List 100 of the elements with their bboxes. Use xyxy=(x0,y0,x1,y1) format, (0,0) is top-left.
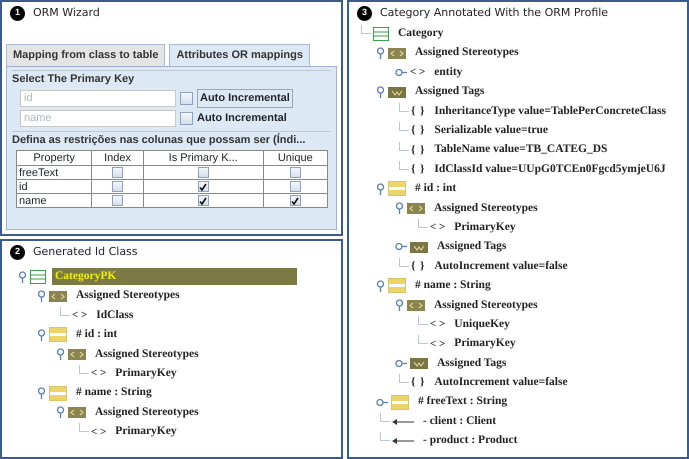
expand-handle-icon[interactable] xyxy=(376,398,388,407)
tree-item[interactable]: Assigned Tags xyxy=(434,238,510,256)
tree-item[interactable]: TableName value=TB_CATEG_DS xyxy=(431,141,610,159)
folder-icon xyxy=(410,240,428,253)
tree-item[interactable]: # id : int xyxy=(73,326,120,344)
expand-handle-icon[interactable] xyxy=(376,280,385,292)
tree-item[interactable]: PrimaryKey xyxy=(112,423,180,440)
checkbox[interactable] xyxy=(290,167,301,178)
text-field[interactable]: id xyxy=(20,90,176,107)
bracket-marker: { } xyxy=(411,142,426,158)
tab[interactable]: Attributes OR mappings xyxy=(169,44,310,66)
expand-handle-icon[interactable] xyxy=(56,406,65,418)
expand-handle-icon[interactable] xyxy=(376,47,385,60)
tree-item[interactable]: Assigned Stereotypes xyxy=(412,44,522,62)
tree-item[interactable]: Serializable value=true xyxy=(431,122,551,140)
tree-item[interactable]: # name : String xyxy=(412,277,494,294)
tree-item[interactable]: IdClassId value=UUpG0TCEn0Fgcd5ymjeU6J xyxy=(431,160,669,178)
tree-item[interactable]: InheritanceType value=TablePerConcreteClass xyxy=(431,102,669,120)
tree-item[interactable]: # id : int xyxy=(412,180,460,198)
bracket-marker: < > xyxy=(91,366,106,382)
tree-item[interactable]: IdClass xyxy=(93,306,136,324)
checkbox[interactable] xyxy=(112,181,124,192)
tree-item[interactable]: Assigned Tags xyxy=(412,83,488,100)
checkbox[interactable] xyxy=(112,167,124,178)
column-header[interactable]: Unique xyxy=(263,150,328,166)
panel-title: Generated Id Class xyxy=(33,244,138,260)
bracket-marker: { } xyxy=(411,123,426,138)
expand-handle-icon[interactable] xyxy=(56,348,65,360)
tree-item[interactable]: CategoryPK xyxy=(52,268,297,286)
column-header[interactable]: Index xyxy=(92,150,144,166)
checkbox[interactable] xyxy=(290,181,301,192)
bracket-marker: < > xyxy=(410,65,426,80)
tree-item[interactable]: Assigned Tags xyxy=(434,354,510,372)
folder-icon xyxy=(388,86,406,98)
tree-item[interactable]: UniqueKey xyxy=(451,316,513,334)
tree-item[interactable]: - product : Product xyxy=(420,432,520,450)
arrow-icon xyxy=(392,418,414,426)
number-badge: 3 xyxy=(357,6,372,20)
bracket-marker: { } xyxy=(411,104,426,119)
tree-item[interactable]: Assigned Stereotypes xyxy=(431,200,541,217)
checkbox[interactable] xyxy=(290,195,301,206)
folder-icon xyxy=(407,299,425,312)
folder-icon xyxy=(388,47,406,60)
expand-handle-icon[interactable] xyxy=(395,299,404,312)
text-field[interactable]: name xyxy=(20,110,176,126)
tab[interactable]: Mapping from class to table xyxy=(6,44,166,66)
column-header[interactable]: Property xyxy=(16,150,92,166)
checkbox[interactable] xyxy=(180,112,193,124)
bracket-marker: < > xyxy=(430,317,446,332)
tree-item[interactable]: Assigned Stereotypes xyxy=(431,296,541,314)
tree-item[interactable]: AutoIncrement value=false xyxy=(431,374,571,392)
checkbox[interactable] xyxy=(198,167,209,178)
tree-item[interactable]: PrimaryKey xyxy=(112,365,180,382)
expand-handle-icon[interactable] xyxy=(37,387,46,400)
folder-icon xyxy=(68,348,86,360)
checkbox[interactable] xyxy=(180,92,193,105)
bracket-marker: { } xyxy=(411,162,426,178)
expand-handle-icon[interactable] xyxy=(37,328,46,341)
expand-handle-icon[interactable] xyxy=(376,182,385,195)
tree-item[interactable]: Category xyxy=(395,25,446,42)
tree-item[interactable]: AutoIncrement value=false xyxy=(431,258,571,275)
tree-item[interactable]: - client : Client xyxy=(420,412,500,430)
bracket-marker: < > xyxy=(72,308,88,324)
arrow-icon xyxy=(392,436,414,445)
folder-icon xyxy=(410,357,428,370)
checkbox-label[interactable]: Auto Incremental xyxy=(197,89,293,108)
column-header[interactable]: Is Primary K... xyxy=(143,150,264,166)
class-icon xyxy=(30,270,46,284)
tree-item[interactable]: Assigned Stereotypes xyxy=(92,346,202,363)
expand-handle-icon[interactable] xyxy=(395,202,404,214)
tree-item[interactable]: # freeText : String xyxy=(415,393,510,411)
number-badge: 1 xyxy=(10,6,25,20)
attribute-icon xyxy=(388,181,406,196)
attribute-icon xyxy=(49,386,67,401)
checkbox-label[interactable]: Auto Incremental xyxy=(197,110,287,126)
attribute-icon xyxy=(391,394,409,410)
expand-handle-icon[interactable] xyxy=(18,270,27,283)
expand-handle-icon[interactable] xyxy=(395,242,407,252)
expand-handle-icon[interactable] xyxy=(376,86,385,98)
class-icon xyxy=(373,26,389,41)
tree-item[interactable]: Assigned Stereotypes xyxy=(92,404,202,422)
tree-item[interactable]: PrimaryKey xyxy=(451,218,519,236)
tree-item[interactable]: PrimaryKey xyxy=(451,335,519,353)
tree-item[interactable]: Assigned Stereotypes xyxy=(73,287,183,305)
checkbox[interactable] xyxy=(198,181,209,192)
folder-icon xyxy=(407,202,425,214)
bracket-marker: < > xyxy=(91,424,106,440)
tree-item[interactable]: entity xyxy=(431,64,466,82)
tree-item[interactable]: # name : String xyxy=(73,384,155,402)
expand-handle-icon[interactable] xyxy=(395,68,407,77)
panel-title: Category Annotated With the ORM Profile xyxy=(380,4,608,21)
folder-icon xyxy=(49,290,67,302)
group-title: Select The Primary Key xyxy=(12,70,331,87)
expand-handle-icon[interactable] xyxy=(395,358,407,368)
expand-handle-icon[interactable] xyxy=(37,290,46,302)
checkbox[interactable] xyxy=(112,195,124,206)
panel-title: ORM Wizard xyxy=(33,4,100,21)
checkbox[interactable] xyxy=(198,195,209,206)
bracket-marker: { } xyxy=(411,375,426,390)
bracket-marker: < > xyxy=(430,336,446,352)
